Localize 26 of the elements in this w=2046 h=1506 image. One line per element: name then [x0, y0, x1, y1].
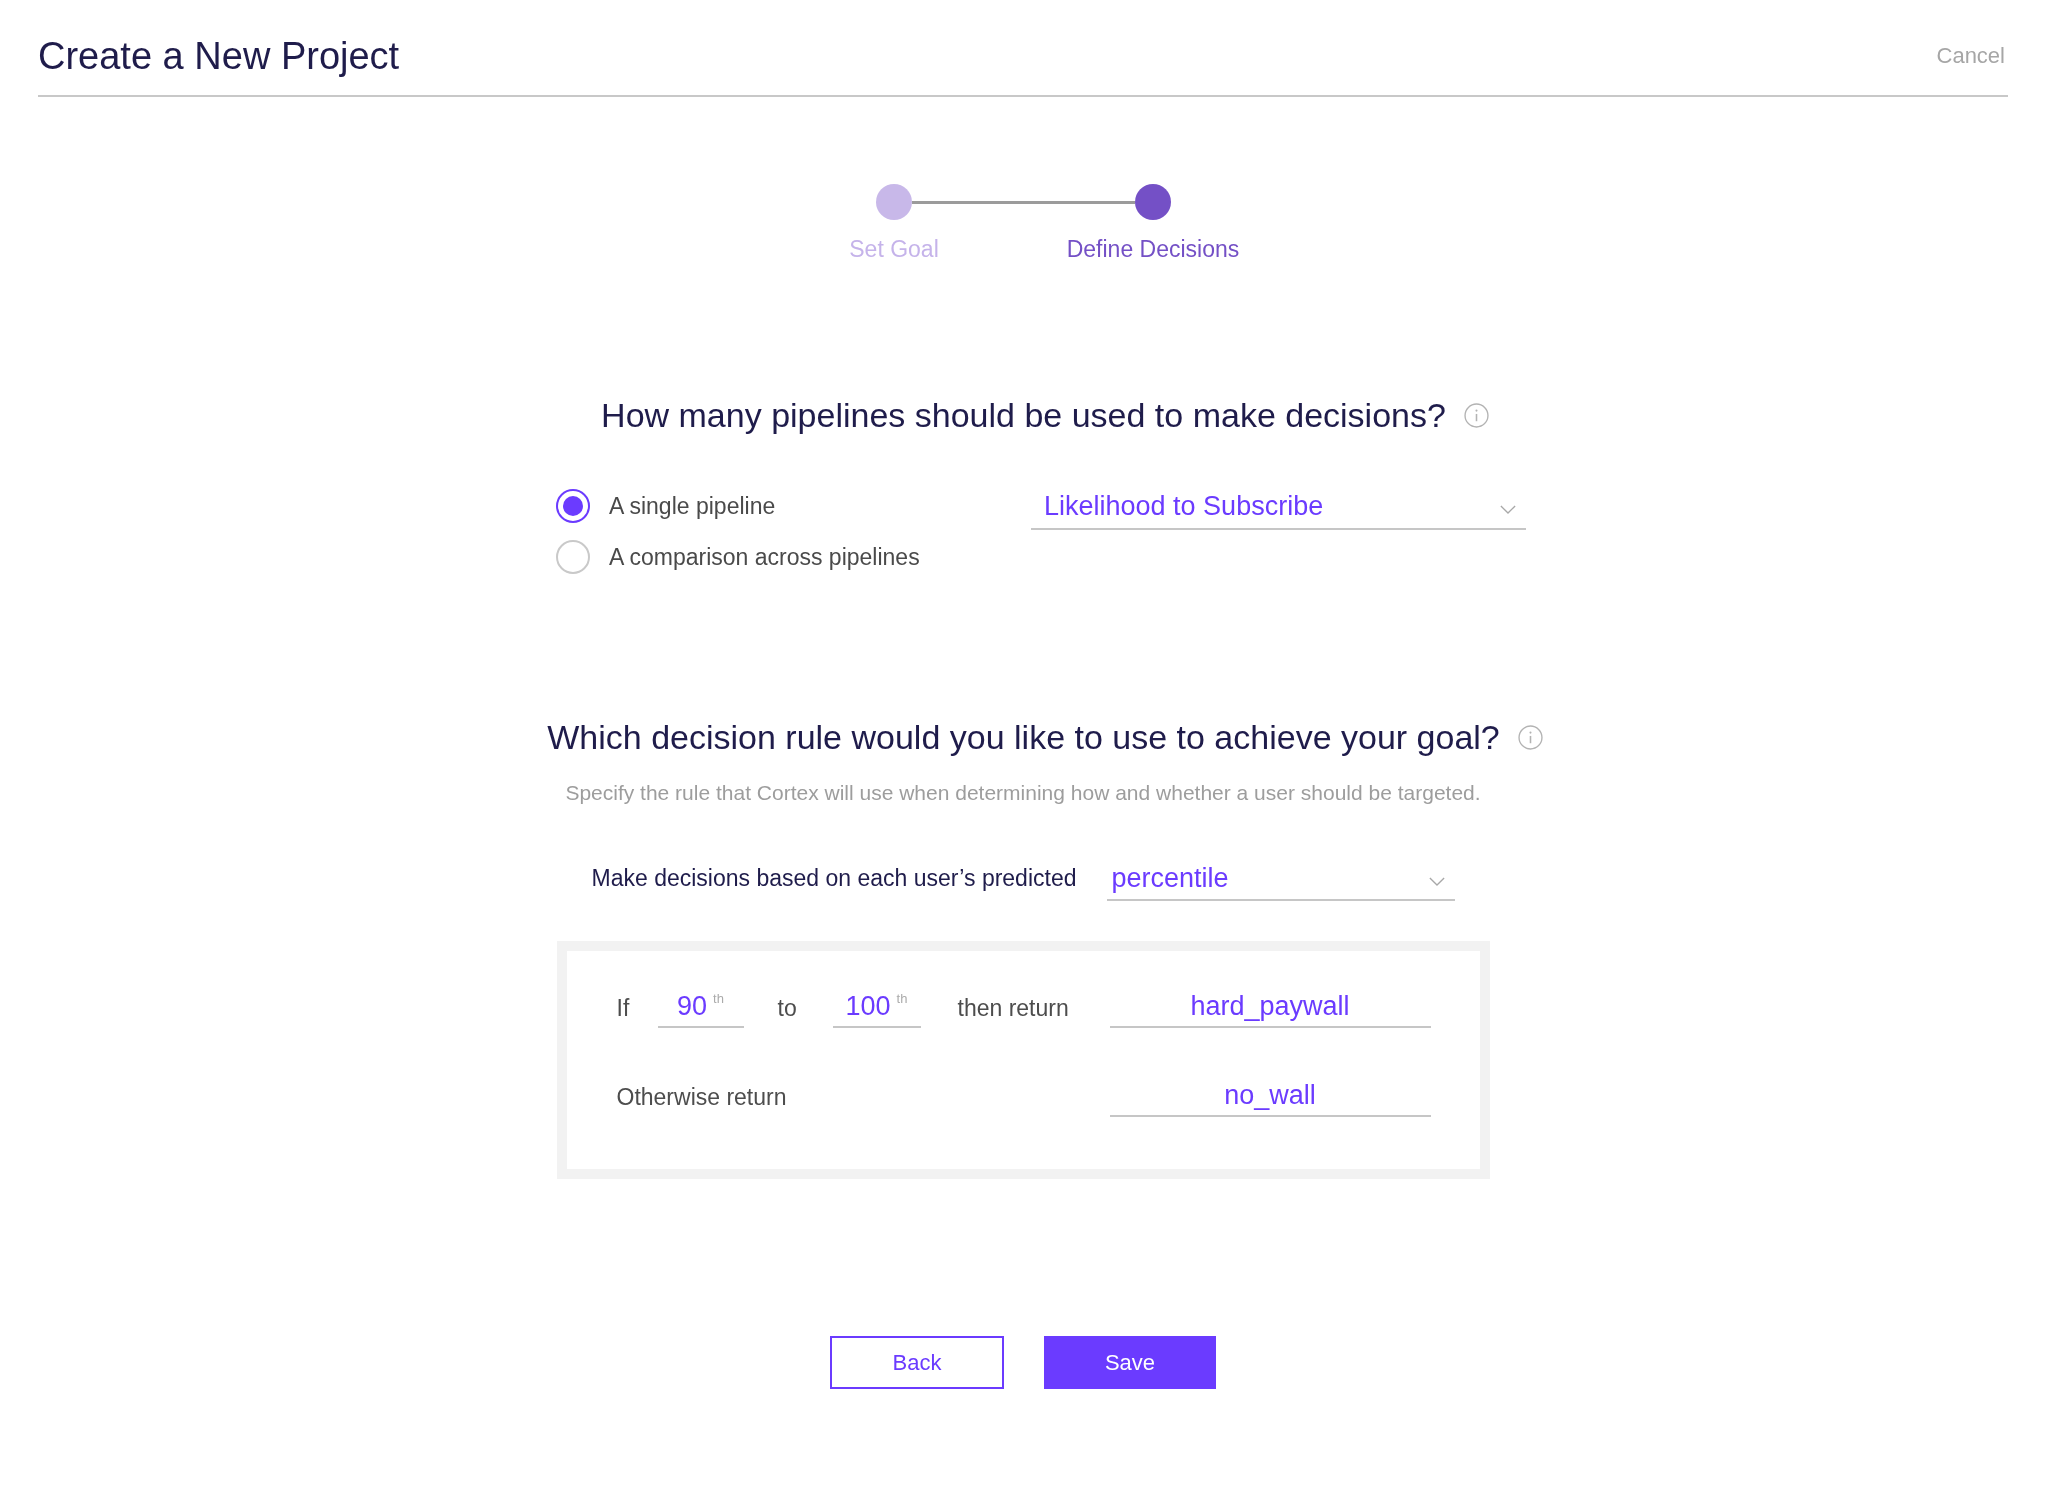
question-heading: How many pipelines should be used to make decisions?	[601, 395, 1446, 436]
info-icon[interactable]	[1463, 402, 1489, 428]
percentile-field[interactable]: 90 th	[657, 989, 744, 1028]
percentile-field[interactable]: 100 th	[832, 989, 921, 1028]
return-value-field[interactable]: no_wall	[1109, 1078, 1431, 1117]
save-button[interactable]: Save	[1044, 1336, 1216, 1389]
percentile-dropdown[interactable]: percentile	[1106, 858, 1455, 901]
page-title: Create a New Project	[38, 34, 400, 79]
radio-button[interactable]	[556, 489, 590, 523]
rule-label: Otherwise return	[616, 1083, 788, 1112]
rule-label: to	[777, 994, 798, 1023]
radio-label[interactable]: A comparison across pipelines	[609, 543, 920, 571]
question-heading: Which decision rule would you like to use to achieve your goal?	[547, 717, 1500, 758]
chevron-down-icon	[1428, 876, 1445, 886]
basis-label: Make decisions based on each user’s predicted	[591, 864, 1077, 893]
step-circle[interactable]	[1135, 184, 1171, 220]
return-value-field[interactable]: hard_paywall	[1109, 989, 1431, 1028]
info-icon[interactable]	[1517, 724, 1543, 750]
pipeline-dropdown[interactable]: Likelihood to Subscribe	[1031, 486, 1526, 530]
rule-label: If	[616, 994, 631, 1023]
chevron-down-icon	[1500, 504, 1516, 514]
back-button[interactable]: Back	[830, 1336, 1004, 1389]
step-label[interactable]: Define Decisions	[1066, 234, 1240, 264]
radio-label[interactable]: A single pipeline	[609, 492, 776, 520]
description-text: Specify the rule that Cortex will use when determining how and whether a user should be targeted.	[565, 780, 1481, 806]
rule-label: then return	[957, 994, 1070, 1023]
